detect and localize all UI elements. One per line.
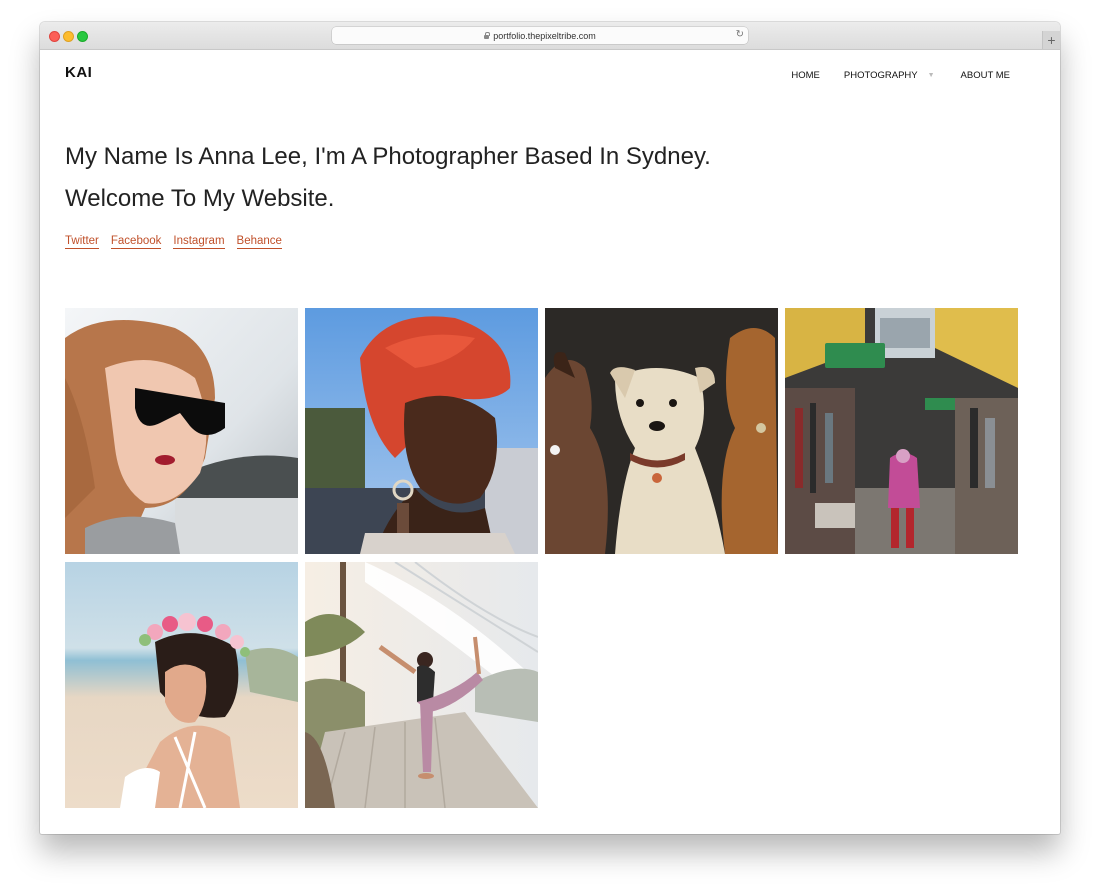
gallery-photo-woman-sunglasses[interactable] — [65, 308, 298, 554]
gallery-photo-woman-flower-crown[interactable] — [65, 562, 298, 808]
nav-item-home[interactable]: HOME — [791, 70, 820, 81]
twitter-link[interactable]: Twitter — [65, 235, 99, 249]
address-url: portfolio.thepixeltribe.com — [493, 30, 596, 41]
behance-link[interactable]: Behance — [236, 235, 282, 249]
minimize-window-icon[interactable] — [63, 31, 74, 42]
site-logo[interactable]: KAI — [65, 64, 92, 81]
hero-heading: My Name Is Anna Lee, I'm A Photographer … — [65, 136, 711, 220]
instagram-link[interactable]: Instagram — [173, 235, 225, 249]
yoga-pose-photo — [305, 562, 538, 808]
browser-titlebar: portfolio.thepixeltribe.com ↻ + — [40, 22, 1060, 50]
three-dogs-photo — [545, 308, 778, 554]
maximize-window-icon[interactable] — [77, 31, 88, 42]
nav-item-photography[interactable]: PHOTOGRAPHY — [844, 70, 918, 81]
gallery-photo-street-market[interactable] — [785, 308, 1018, 554]
page-content: KAI HOME PHOTOGRAPHY ▼ ABOUT ME My Name … — [40, 50, 1060, 834]
street-market-photo — [785, 308, 1018, 554]
gallery-photo-yoga-pose[interactable] — [305, 562, 538, 808]
facebook-link[interactable]: Facebook — [110, 235, 162, 249]
browser-window: portfolio.thepixeltribe.com ↻ + KAI HOME… — [40, 22, 1060, 834]
nav-item-about-me[interactable]: ABOUT ME — [961, 70, 1010, 81]
close-window-icon[interactable] — [49, 31, 60, 42]
gallery-photo-three-dogs[interactable] — [545, 308, 778, 554]
hero-line-1: My Name Is Anna Lee, I'm A Photographer … — [65, 143, 711, 170]
chevron-down-icon[interactable]: ▼ — [928, 72, 935, 79]
address-bar[interactable]: portfolio.thepixeltribe.com ↻ — [332, 27, 748, 44]
woman-flower-crown-photo — [65, 562, 298, 808]
gallery-photo-woman-red-headwrap[interactable] — [305, 308, 538, 554]
hero-line-2: Welcome To My Website. — [65, 185, 335, 212]
woman-red-headwrap-photo — [305, 308, 538, 554]
social-links: Twitter Facebook Instagram Behance — [65, 235, 294, 249]
new-tab-button[interactable]: + — [1042, 31, 1060, 49]
main-nav: HOME PHOTOGRAPHY ▼ ABOUT ME — [767, 70, 1010, 81]
reload-icon[interactable]: ↻ — [736, 29, 744, 40]
woman-sunglasses-photo — [65, 308, 298, 554]
lock-icon — [484, 31, 490, 39]
